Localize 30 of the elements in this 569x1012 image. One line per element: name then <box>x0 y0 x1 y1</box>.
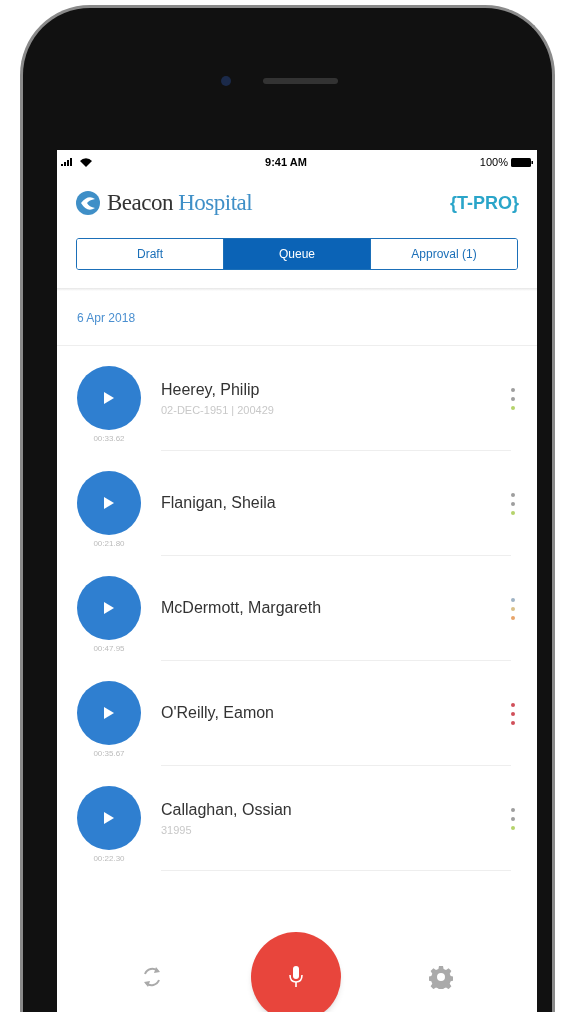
battery-percent: 100% <box>479 154 508 170</box>
play-icon <box>104 812 114 824</box>
patient-name: McDermott, Margareth <box>161 598 323 618</box>
date-heading: 6 Apr 2018 <box>77 310 136 327</box>
duration-text: 00:22.30 <box>93 853 125 865</box>
play-icon <box>104 707 114 719</box>
globe-logo-icon <box>75 190 101 216</box>
microphone-icon <box>288 966 304 988</box>
duration-text: 00:35.67 <box>93 748 125 760</box>
phone-camera <box>221 76 231 86</box>
patient-name: Flanigan, Sheila <box>161 493 277 513</box>
microphone-record-button[interactable] <box>251 932 341 1012</box>
play-icon <box>104 392 114 404</box>
play-icon <box>104 602 114 614</box>
tab[interactable]: Approval (1) <box>370 239 517 269</box>
patient-name: Heerey, Philip <box>161 379 261 400</box>
tab[interactable]: Queue <box>223 239 370 269</box>
hospital-logo-text: Beacon Hospital <box>107 188 253 217</box>
settings-icon[interactable] <box>429 965 453 989</box>
patient-name: O'Reilly, Eamon <box>161 703 275 723</box>
status-time: 9:41 AM <box>265 154 307 170</box>
wifi-icon <box>80 157 92 167</box>
duration-text: 00:47.95 <box>93 643 125 655</box>
duration-text: 00:21.80 <box>93 538 125 550</box>
refresh-icon[interactable] <box>141 965 163 989</box>
patient-name: Callaghan, Ossian <box>161 799 293 820</box>
signal-icon <box>61 158 75 166</box>
product-logo-text: {T-PRO} <box>450 191 519 215</box>
play-icon <box>104 497 114 509</box>
battery-icon <box>511 157 533 167</box>
